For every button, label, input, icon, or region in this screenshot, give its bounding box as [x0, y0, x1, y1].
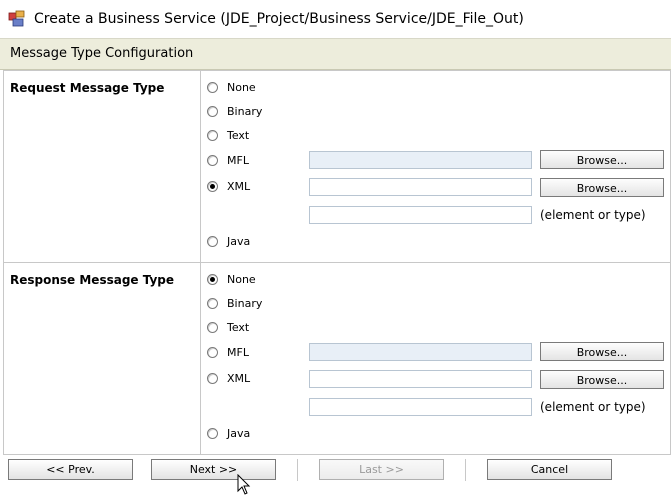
radio-label: None [227, 272, 256, 286]
request-message-type-label: Request Message Type [10, 81, 165, 95]
request-xml-browse-button[interactable]: Browse... [540, 178, 664, 197]
radio-button[interactable] [207, 346, 218, 358]
request-option-text[interactable]: Text [207, 127, 249, 143]
response-option-binary[interactable]: Binary [207, 295, 262, 311]
request-mfl-browse-button[interactable]: Browse... [540, 150, 664, 169]
radio-label: MFL [227, 153, 249, 167]
radio-button-selected[interactable] [207, 273, 218, 285]
prev-button[interactable]: << Prev. [8, 459, 133, 480]
request-element-type-field[interactable] [309, 206, 532, 224]
response-option-text[interactable]: Text [207, 319, 249, 335]
request-xml-field[interactable] [309, 178, 532, 196]
radio-button[interactable] [207, 297, 218, 309]
section-header: Message Type Configuration [0, 38, 671, 70]
radio-button[interactable] [207, 154, 218, 166]
response-option-java[interactable]: Java [207, 425, 250, 441]
response-option-mfl[interactable]: MFL [207, 344, 249, 360]
request-option-none[interactable]: None [207, 79, 256, 95]
response-xml-browse-button[interactable]: Browse... [540, 370, 664, 389]
request-option-java[interactable]: Java [207, 233, 250, 249]
radio-button[interactable] [207, 321, 218, 333]
radio-button[interactable] [207, 81, 218, 93]
request-option-xml[interactable]: XML [207, 178, 250, 194]
response-xml-field[interactable] [309, 370, 532, 388]
section-divider [200, 71, 201, 262]
request-option-mfl[interactable]: MFL [207, 152, 249, 168]
mouse-pointer-icon [237, 474, 251, 495]
response-element-type-hint: (element or type) [540, 400, 646, 414]
radio-label: XML [227, 371, 251, 385]
response-option-none[interactable]: None [207, 271, 256, 287]
radio-label: Java [227, 426, 251, 440]
response-mfl-field[interactable] [309, 343, 532, 361]
radio-label: Java [227, 234, 251, 248]
section-header-title: Message Type Configuration [10, 46, 194, 61]
response-element-type-field[interactable] [309, 398, 532, 416]
response-message-type-label: Response Message Type [10, 273, 175, 287]
radio-button[interactable] [207, 105, 218, 117]
request-element-type-hint: (element or type) [540, 208, 646, 222]
window-title-bar: Create a Business Service (JDE_Project/B… [0, 0, 671, 38]
response-option-xml[interactable]: XML [207, 370, 250, 386]
radio-button-selected[interactable] [207, 180, 218, 192]
response-mfl-browse-button[interactable]: Browse... [540, 342, 664, 361]
business-service-icon [8, 10, 25, 27]
radio-label: Binary [227, 296, 263, 310]
next-button[interactable]: Next >> [151, 459, 276, 480]
radio-label: Text [227, 128, 250, 142]
request-mfl-field[interactable] [309, 151, 532, 169]
last-button[interactable]: Last >> [319, 459, 444, 480]
request-option-binary[interactable]: Binary [207, 103, 262, 119]
radio-button[interactable] [207, 129, 218, 141]
section-divider [200, 263, 201, 454]
radio-button[interactable] [207, 427, 218, 439]
window-title: Create a Business Service (JDE_Project/B… [34, 11, 524, 27]
radio-label: None [227, 80, 256, 94]
radio-label: MFL [227, 345, 249, 359]
button-separator [297, 459, 298, 481]
button-separator [465, 459, 466, 481]
radio-label: Text [227, 320, 250, 334]
cancel-button[interactable]: Cancel [487, 459, 612, 480]
radio-button[interactable] [207, 372, 218, 384]
radio-label: XML [227, 179, 251, 193]
radio-button[interactable] [207, 235, 218, 247]
radio-label: Binary [227, 104, 263, 118]
